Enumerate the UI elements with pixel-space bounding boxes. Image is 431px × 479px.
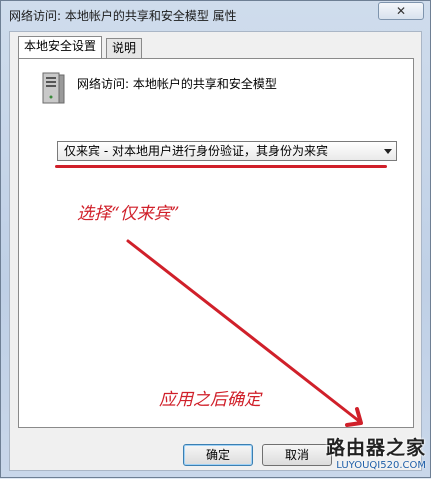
ok-button-label: 确定 (205, 448, 230, 462)
tab-label: 本地安全设置 (24, 39, 97, 53)
tab-panel: 网络访问: 本地帐户的共享和安全模型 仅来宾 - 对本地用户进行身份验证，其身份… (18, 58, 414, 428)
window-title: 网络访问: 本地帐户的共享和安全模型 属性 (9, 9, 237, 23)
close-button[interactable]: ✕ (378, 2, 424, 20)
site-watermark: 路由器之家 LUYOUQI520.COM (326, 433, 426, 471)
tab-local-security-setting[interactable]: 本地安全设置 (18, 36, 103, 58)
properties-window: 网络访问: 本地帐户的共享和安全模型 属性 ✕ 本地安全设置 说明 网络访问: … (0, 0, 431, 478)
cancel-button-label: 取消 (284, 448, 309, 462)
policy-name: 网络访问: 本地帐户的共享和安全模型 (77, 77, 277, 91)
annotation-apply-note: 应用之后确定 (159, 390, 261, 410)
cancel-button[interactable]: 取消 (262, 444, 332, 466)
ok-button[interactable]: 确定 (183, 444, 253, 466)
chevron-down-icon[interactable] (384, 149, 392, 154)
server-icon (42, 72, 65, 104)
security-model-dropdown[interactable]: 仅来宾 - 对本地用户进行身份验证，其身份为来宾 (57, 141, 397, 161)
dropdown-selected-value: 仅来宾 - 对本地用户进行身份验证，其身份为来宾 (64, 144, 328, 158)
close-icon: ✕ (395, 4, 407, 18)
watermark-url: LUYOUQI520.COM (336, 460, 426, 471)
annotation-select-note: 选择“仅来宾” (77, 204, 180, 224)
tab-label: 说明 (112, 41, 137, 55)
watermark-logo: 路由器之家 (325, 437, 426, 459)
annotation-underline (55, 165, 387, 168)
title-bar[interactable]: 网络访问: 本地帐户的共享和安全模型 属性 ✕ (1, 1, 430, 27)
tab-explain[interactable]: 说明 (106, 38, 143, 58)
